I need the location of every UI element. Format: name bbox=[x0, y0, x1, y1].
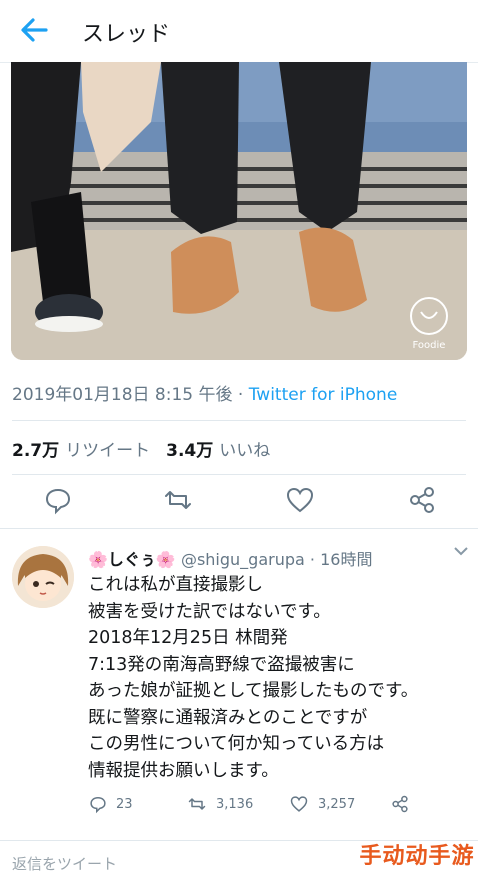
tweet-photo[interactable]: Foodie bbox=[11, 62, 467, 360]
like-heart-icon[interactable] bbox=[284, 484, 316, 516]
reply-like-button[interactable]: 3,257 bbox=[288, 794, 355, 814]
reply-retweet-count: 3,136 bbox=[216, 796, 254, 812]
retweet-icon bbox=[188, 798, 206, 810]
reply-tweet[interactable]: 🌸しぐぅ🌸 @shigu_garupa · 16時間 これは私が直接撮影し 被害… bbox=[0, 532, 478, 832]
share-icon[interactable] bbox=[406, 484, 438, 516]
reply-line: あった娘が証拠として撮影したものです。 bbox=[88, 681, 419, 701]
meta-separator: · bbox=[232, 385, 249, 405]
reply-display-name[interactable]: 🌸しぐぅ🌸 bbox=[88, 550, 176, 569]
reply-retweet-button[interactable]: 3,136 bbox=[186, 794, 253, 814]
page-title: スレッド bbox=[82, 22, 171, 47]
share-icon bbox=[392, 795, 408, 813]
divider bbox=[12, 474, 466, 475]
divider bbox=[0, 528, 478, 529]
avatar[interactable] bbox=[12, 546, 74, 608]
tweet-actions bbox=[0, 484, 478, 520]
retweet-icon[interactable] bbox=[162, 484, 194, 516]
back-arrow-icon[interactable] bbox=[16, 14, 52, 46]
reply-icon[interactable] bbox=[42, 484, 74, 516]
divider bbox=[12, 420, 466, 421]
reply-line: 7:13発の南海高野線で盗撮被害に bbox=[88, 654, 355, 675]
chevron-down-icon[interactable] bbox=[452, 544, 470, 558]
site-watermark: 手动动手游 bbox=[359, 844, 475, 869]
reply-reply-count: 23 bbox=[116, 796, 133, 812]
photo-illustration: Foodie bbox=[11, 62, 467, 360]
reply-composer-placeholder[interactable]: 返信をツイート bbox=[12, 853, 117, 874]
reply-line: 2018年12月25日 林間発 bbox=[88, 628, 288, 648]
retweet-label[interactable]: リツイート bbox=[65, 441, 150, 461]
reply-reply-button[interactable]: 23 bbox=[88, 794, 133, 814]
reply-actions: 23 3,136 3,257 bbox=[88, 794, 468, 818]
reply-line: 既に警察に通報済みとのことですが bbox=[88, 707, 368, 728]
retweet-count[interactable]: 2.7万 bbox=[12, 441, 59, 461]
tweet-timestamp: 2019年01月18日 8:15 午後 bbox=[12, 385, 233, 405]
tweet-client-link[interactable]: Twitter for iPhone bbox=[249, 385, 398, 405]
reply-line: 情報提供お願いします。 bbox=[88, 760, 279, 781]
tweet-stats: 2.7万 リツイート 3.4万 いいね bbox=[12, 436, 270, 461]
reply-handle[interactable]: @shigu_garupa bbox=[181, 550, 305, 569]
tweet-meta: 2019年01月18日 8:15 午後 · Twitter for iPhone bbox=[12, 380, 397, 405]
foodie-watermark: Foodie bbox=[413, 340, 446, 351]
reply-time: · 16時間 bbox=[309, 550, 373, 569]
like-heart-icon bbox=[290, 796, 308, 812]
reply-share-button[interactable] bbox=[390, 794, 410, 814]
reply-line: この男性について何か知っている方は bbox=[88, 734, 385, 754]
reply-icon bbox=[90, 796, 106, 814]
avatar-illustration bbox=[12, 546, 74, 608]
like-count[interactable]: 3.4万 bbox=[166, 441, 213, 461]
like-label[interactable]: いいね bbox=[219, 441, 270, 461]
reply-text: これは私が直接撮影し 被害を受けた訳ではないです。 2018年12月25日 林間… bbox=[88, 572, 468, 784]
app-header: スレッド bbox=[0, 0, 478, 63]
reply-like-count: 3,257 bbox=[318, 796, 356, 812]
reply-line: これは私が直接撮影し bbox=[88, 575, 263, 595]
reply-header: 🌸しぐぅ🌸 @shigu_garupa · 16時間 bbox=[88, 546, 372, 570]
reply-line: 被害を受けた訳ではないです。 bbox=[88, 601, 331, 622]
